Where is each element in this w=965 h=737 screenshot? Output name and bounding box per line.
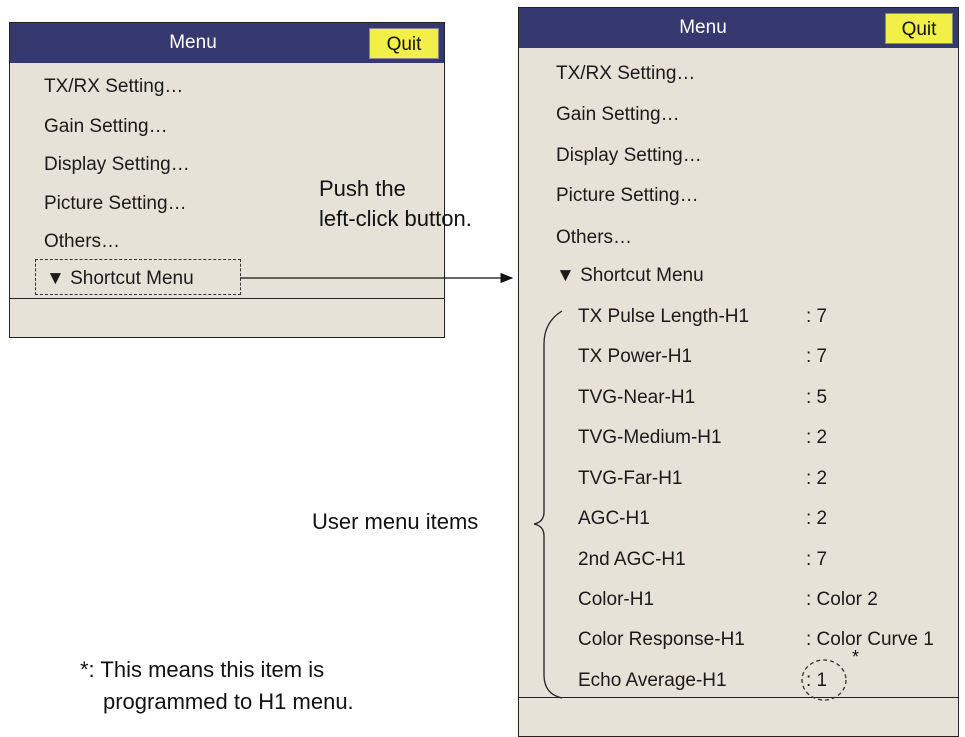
user-item-value: : 7 [806,306,828,327]
user-item-value: : 7 [806,346,828,367]
user-item-label[interactable]: 2nd AGC-H1 [578,549,686,571]
right-menu-item-others[interactable]: Others… [556,227,632,249]
user-menu-items-label: User menu items [312,509,479,534]
user-item-value: : 2 [806,508,828,529]
right-menu-item-gain[interactable]: Gain Setting… [556,104,680,126]
right-shortcut-menu-item[interactable]: ▼ Shortcut Menu [556,265,704,287]
right-quit-button[interactable]: Quit [885,13,953,44]
left-menu-separator [10,298,444,299]
left-shortcut-menu-item[interactable]: ▼ Shortcut Menu [46,268,194,290]
user-item-label[interactable]: Color-H1 [578,589,654,611]
push-instruction-line1: Push the [319,176,406,201]
right-menu-item-txrx[interactable]: TX/RX Setting… [556,63,695,85]
left-menu-item-gain[interactable]: Gain Setting… [44,116,168,138]
right-menu-panel: Menu Quit TX/RX Setting… Gain Setting… D… [518,7,959,737]
user-item-label[interactable]: TVG-Near-H1 [578,387,695,409]
right-menu-separator [519,697,958,698]
left-quit-button[interactable]: Quit [369,28,439,59]
user-item-value: : Color Curve 1 [806,629,934,650]
asterisk-marker: * [852,647,860,667]
push-instruction-line2: left-click button. [319,206,472,231]
user-item-value: : Color 2 [806,589,878,610]
left-menu-item-txrx[interactable]: TX/RX Setting… [44,76,183,98]
user-item-label[interactable]: TX Power-H1 [578,346,692,368]
footnote-line1: *: This means this item is [80,657,325,682]
user-item-value: : 7 [806,549,828,570]
left-menu-title: Menu [169,32,217,53]
right-menu-title: Menu [679,17,727,38]
user-item-label[interactable]: TVG-Medium-H1 [578,427,722,449]
user-item-value: : 1 [806,670,828,691]
user-item-value: : 5 [806,387,828,408]
right-menu-item-picture[interactable]: Picture Setting… [556,185,699,207]
user-item-label[interactable]: Echo Average-H1 [578,670,727,692]
user-item-label[interactable]: TX Pulse Length-H1 [578,306,749,328]
left-menu-item-display[interactable]: Display Setting… [44,154,190,176]
user-item-value: : 2 [806,427,828,448]
left-menu-item-picture[interactable]: Picture Setting… [44,193,187,215]
user-item-value: : 2 [806,468,828,489]
left-menu-item-others[interactable]: Others… [44,231,120,253]
right-menu-item-display[interactable]: Display Setting… [556,145,702,167]
footnote-line2: programmed to H1 menu. [103,689,354,714]
user-item-label[interactable]: Color Response-H1 [578,629,745,651]
user-item-label[interactable]: TVG-Far-H1 [578,468,683,490]
user-item-label[interactable]: AGC-H1 [578,508,650,530]
